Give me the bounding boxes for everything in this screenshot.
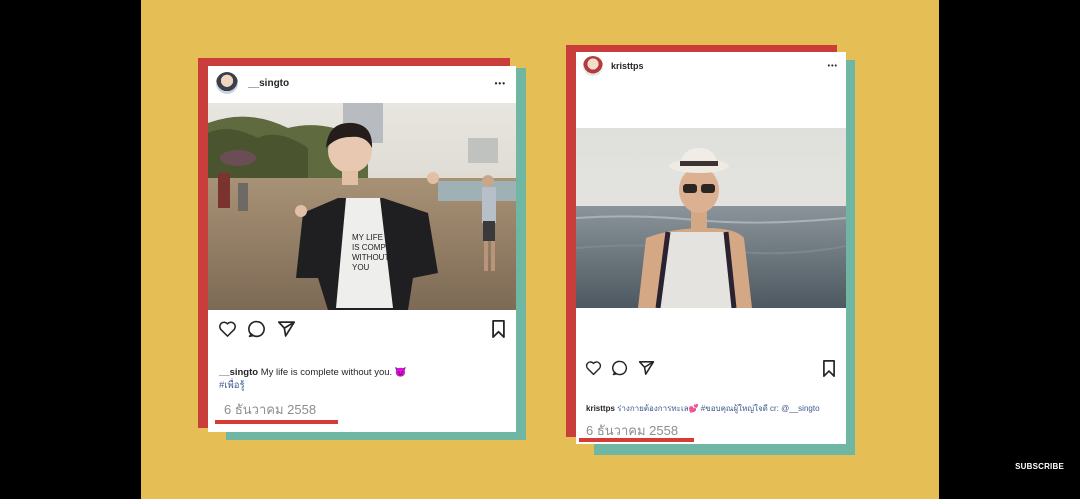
left-action-row [218, 320, 296, 338]
comment-bubble-icon[interactable] [612, 360, 628, 376]
shirt-text: MY LIFE [352, 233, 383, 242]
avatar[interactable] [583, 56, 603, 76]
post-caption: __singto My life is complete without you… [219, 366, 509, 392]
comment-bubble-icon[interactable] [248, 320, 266, 338]
letterbox-right [939, 0, 1080, 499]
caption-text: My life is complete without you. 😈 [258, 367, 407, 378]
left-post-card: __singto ••• MY LIFE IS COMPLETE WITHOUT… [208, 66, 516, 432]
post-username[interactable]: __singto [248, 78, 289, 89]
letterbox-left [0, 0, 141, 499]
bookmark-icon[interactable] [822, 360, 836, 382]
post-username[interactable]: kristtps [611, 61, 644, 71]
caption-text: ร่างกายต้องการทะเล💕 #ขอบคุณผู้ใหญ่ใจดี c… [614, 404, 820, 413]
avatar[interactable] [216, 72, 238, 94]
right-post-header: kristtps ••• [576, 52, 846, 80]
beach-photo-illustration: MY LIFE IS COMPLETE WITHOUT YOU [208, 103, 516, 310]
sea-photo-illustration [576, 128, 846, 308]
share-send-icon[interactable] [638, 360, 655, 376]
left-post-header: __singto ••• [208, 66, 516, 100]
caption-username[interactable]: __singto [219, 367, 258, 378]
like-heart-icon[interactable] [218, 320, 237, 338]
right-post-card: kristtps ••• kristtps ร่างกายต้องการทะเล… [576, 52, 846, 444]
date-underline [215, 420, 338, 424]
like-heart-icon[interactable] [585, 360, 602, 376]
caption-hashtag[interactable]: #เพื่อรู้ [219, 380, 245, 391]
right-action-row [585, 360, 655, 376]
subscribe-watermark[interactable]: SUBSCRIBE [1015, 462, 1064, 471]
post-date: 6 ธันวาคม 2558 [224, 402, 317, 417]
more-options-icon[interactable]: ••• [495, 79, 506, 88]
more-options-icon[interactable]: ••• [828, 63, 838, 70]
post-caption: kristtps ร่างกายต้องการทะเล💕 #ขอบคุณผู้ใ… [586, 403, 842, 414]
bookmark-icon[interactable] [491, 320, 506, 343]
svg-text:IS COMPLETE: IS COMPLETE [352, 243, 406, 252]
post-photo-beach: MY LIFE IS COMPLETE WITHOUT YOU [208, 103, 516, 310]
svg-text:WITHOUT: WITHOUT [352, 253, 389, 262]
share-send-icon[interactable] [277, 320, 296, 338]
post-photo-sea [576, 128, 846, 308]
date-underline [579, 438, 694, 442]
svg-text:YOU: YOU [352, 263, 370, 272]
caption-username[interactable]: kristtps [586, 404, 615, 413]
